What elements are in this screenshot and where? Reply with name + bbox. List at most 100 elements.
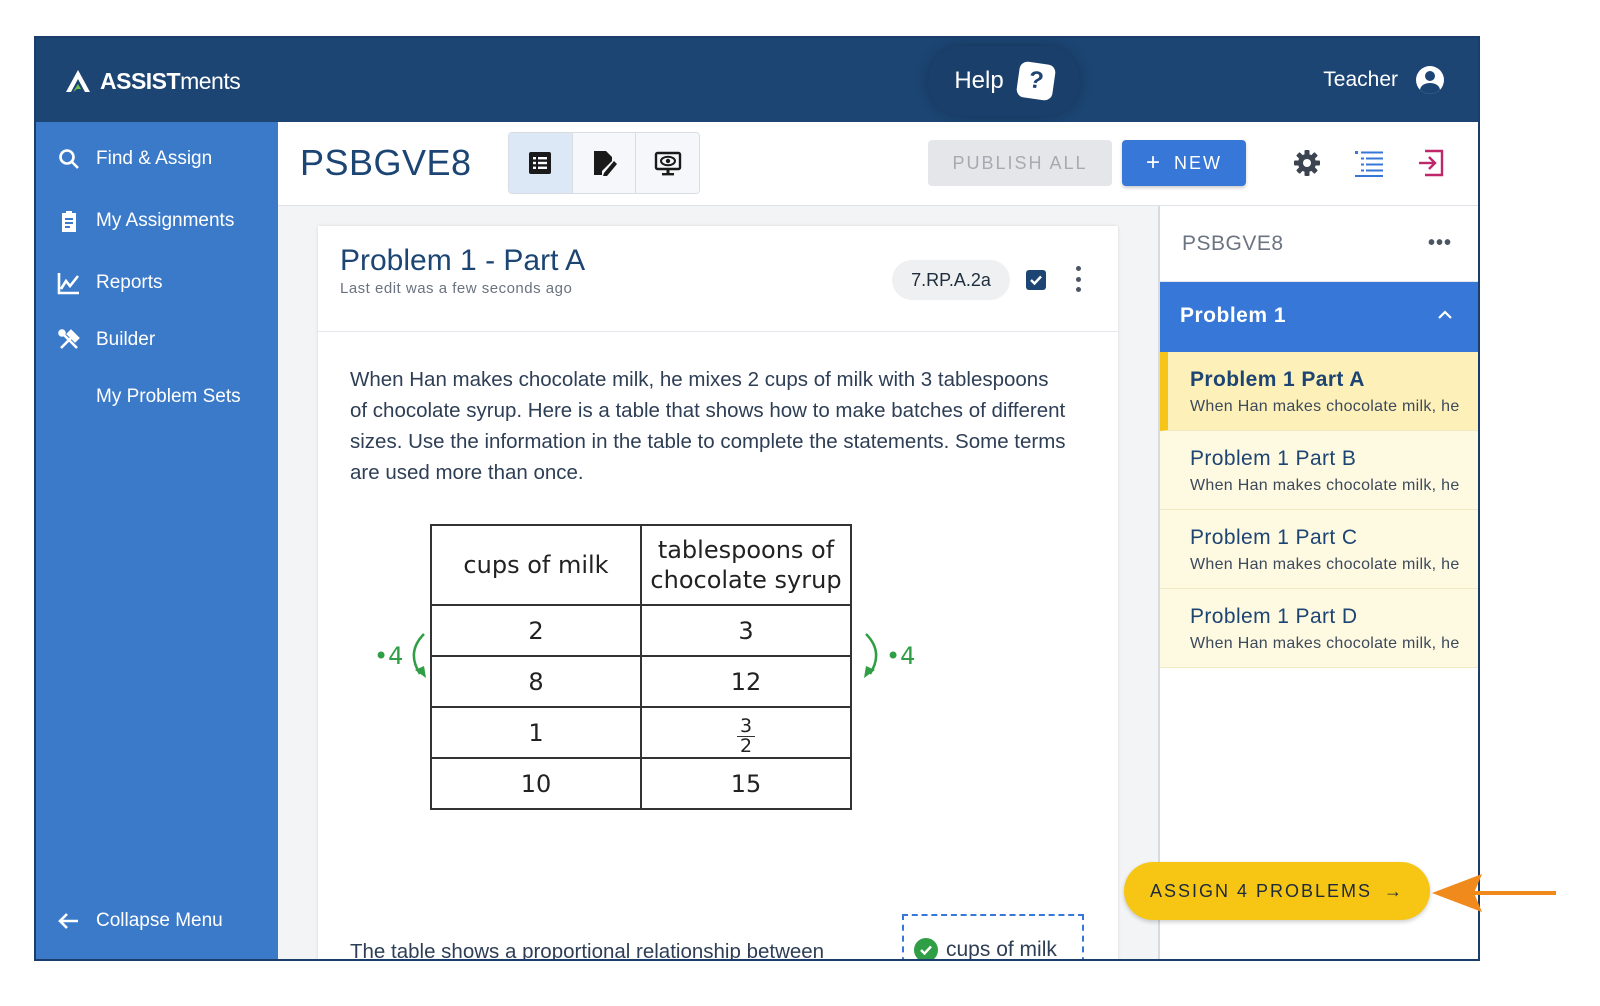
answer-value: cups of milk	[946, 938, 1057, 961]
exit-icon	[1419, 149, 1444, 177]
clipboard-icon	[56, 208, 82, 234]
table-cell: 3	[640, 604, 852, 657]
exit-builder-button[interactable]	[1414, 146, 1448, 180]
account-circle-icon	[1416, 66, 1444, 94]
outline-item-snippet: When Han makes chocolate milk, he	[1190, 398, 1460, 415]
problem-text: When Han makes chocolate milk, he mixes …	[350, 368, 1066, 484]
new-button[interactable]: + NEW	[1122, 140, 1246, 186]
fraction-numerator: 3	[736, 716, 756, 737]
search-icon	[56, 146, 82, 172]
outline-item-snippet: When Han makes chocolate milk, he	[1190, 477, 1460, 494]
chevron-up-icon	[1438, 310, 1452, 319]
assign-label: ASSIGN 4 PROBLEMS	[1149, 880, 1373, 901]
outline-item-title: Problem 1 Part D	[1190, 605, 1358, 628]
settings-button[interactable]	[1290, 146, 1324, 180]
new-label: NEW	[1174, 152, 1222, 173]
answer-dropdown[interactable]: cups of milk	[902, 914, 1084, 961]
problem-select-checkbox[interactable]	[1026, 270, 1046, 290]
statement-text: The table shows a proportional relations…	[350, 940, 825, 961]
more-options-icon[interactable]	[1074, 266, 1082, 292]
user-menu[interactable]: Teacher	[1323, 66, 1444, 94]
left-multiplier-label: •4	[374, 642, 404, 670]
plus-icon: +	[1145, 149, 1162, 176]
ratio-table: cups of milk tablespoons of chocolate sy…	[430, 524, 852, 810]
logo-mark-icon	[66, 70, 90, 92]
edit-view-button[interactable]	[572, 133, 637, 193]
arrow-right-icon: →	[1384, 880, 1405, 901]
list-view-icon	[529, 152, 552, 174]
table-cell: 12	[640, 655, 852, 708]
check-circle-icon	[914, 938, 938, 959]
table-cell-fraction: 3 2	[640, 706, 852, 759]
problem-card-header: Problem 1 - Part A Last edit was a few s…	[318, 226, 1118, 332]
gear-icon	[1294, 150, 1320, 176]
help-label: Help	[954, 67, 1004, 94]
app-window: ASSISTments Help ? Teacher Find & Assign…	[34, 36, 1480, 961]
publish-all-button[interactable]: PUBLISH ALL	[928, 140, 1112, 186]
sidebar-item-my-problem-sets[interactable]: My Problem Sets	[96, 386, 241, 408]
problem-set-title: PSBGVE8	[300, 142, 472, 183]
fraction: 3 2	[736, 716, 756, 757]
outline-button[interactable]	[1352, 146, 1386, 180]
outline-item-part-b[interactable]: Problem 1 Part B When Han makes chocolat…	[1160, 431, 1478, 510]
problem-group-title: Problem 1	[1180, 304, 1287, 327]
sidebar-item-my-assignments[interactable]: My Assignments	[56, 208, 234, 234]
tools-icon	[56, 327, 82, 353]
assistments-logo[interactable]: ASSISTments	[64, 66, 241, 96]
sidebar: Find & Assign My Assignments Reports Bui…	[36, 122, 278, 959]
outline-item-snippet: When Han makes chocolate milk, he	[1190, 556, 1460, 573]
problem-outline-panel: PSBGVE8 ••• Problem 1 Problem 1 Part A W…	[1158, 206, 1478, 959]
outline-item-part-d[interactable]: Problem 1 Part D When Han makes chocolat…	[1160, 589, 1478, 668]
user-label: Teacher	[1323, 68, 1398, 91]
table-cell: 2	[430, 604, 642, 657]
list-view-button[interactable]	[509, 133, 573, 193]
outline-item-part-a[interactable]: Problem 1 Part A When Han makes chocolat…	[1160, 352, 1478, 431]
assign-problems-button[interactable]: ASSIGN 4 PROBLEMS →	[1124, 862, 1430, 920]
table-cell: 8	[430, 655, 642, 708]
outline-item-part-c[interactable]: Problem 1 Part C When Han makes chocolat…	[1160, 510, 1478, 589]
sidebar-item-builder[interactable]: Builder	[56, 327, 155, 353]
sidebar-item-label: Builder	[96, 329, 156, 350]
fraction-denominator: 2	[739, 734, 753, 757]
table-row: 10 15	[430, 757, 852, 810]
logo-text: ASSISTments	[100, 67, 241, 94]
problem-card: Problem 1 - Part A Last edit was a few s…	[318, 226, 1118, 961]
arrow-left-icon	[56, 908, 82, 934]
checkmark-icon	[1030, 275, 1042, 286]
table-cell: 10	[430, 757, 642, 810]
sidebar-item-label: My Problem Sets	[96, 386, 241, 407]
annotation-arrow-icon	[1432, 874, 1556, 912]
table-cell: 15	[640, 757, 852, 810]
edit-view-icon	[594, 151, 617, 176]
problem-group-header[interactable]: Problem 1	[1160, 282, 1478, 352]
sidebar-item-label: Find & Assign	[96, 148, 213, 169]
problem-set-toolbar: PSBGVE8 PUBLISH ALL + NEW	[278, 122, 1478, 206]
last-edit-status: Last edit was a few seconds ago	[340, 280, 573, 297]
right-curved-arrow-icon	[864, 633, 878, 678]
outline-item-title: Problem 1 Part B	[1190, 447, 1357, 470]
sidebar-item-label: Reports	[96, 272, 163, 293]
table-row: 2 3	[430, 604, 852, 657]
preview-view-button[interactable]	[636, 133, 699, 193]
outline-item-title: Problem 1 Part C	[1190, 526, 1358, 549]
help-chat-icon: ?	[1015, 60, 1057, 102]
more-horiz-icon[interactable]: •••	[1428, 232, 1452, 255]
sidebar-item-label: My Assignments	[96, 210, 235, 231]
right-multiplier-label: •4	[886, 642, 916, 670]
help-button[interactable]: Help ?	[928, 46, 1080, 116]
preview-view-icon	[654, 151, 681, 176]
top-bar: ASSISTments Help ? Teacher	[36, 38, 1478, 122]
standard-chip[interactable]: 7.RP.A.2a	[892, 260, 1010, 300]
left-curved-arrow-icon	[412, 633, 426, 678]
outline-list-icon	[1355, 151, 1383, 177]
table-header: tablespoons of chocolate syrup	[640, 524, 852, 606]
problem-title: Problem 1 - Part A	[340, 244, 586, 277]
view-mode-toggle	[508, 132, 700, 194]
collapse-menu-label: Collapse Menu	[96, 910, 223, 931]
table-row: 1 3 2	[430, 706, 852, 759]
sidebar-item-find-assign[interactable]: Find & Assign	[56, 146, 212, 172]
outline-item-snippet: When Han makes chocolate milk, he	[1190, 635, 1460, 652]
collapse-menu-button[interactable]: Collapse Menu	[56, 908, 223, 934]
sidebar-item-reports[interactable]: Reports	[56, 270, 163, 296]
table-cell: 1	[430, 706, 642, 759]
